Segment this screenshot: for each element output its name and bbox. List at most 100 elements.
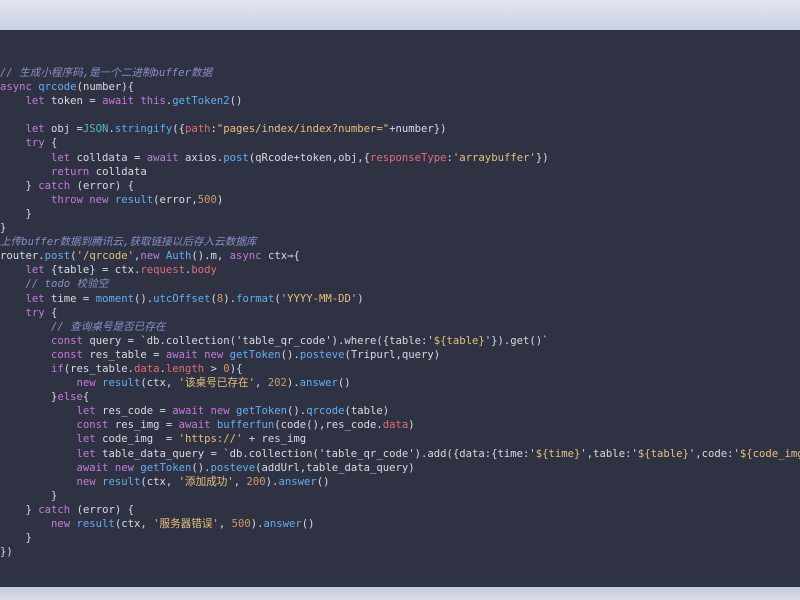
code-line: } catch (error) { — [0, 503, 800, 517]
code-line: let table_data_query = `db.collection('t… — [0, 447, 800, 461]
code-token: post — [223, 151, 249, 164]
code-token: () — [337, 377, 351, 390]
code-line: router.post('/qrcode',new Auth().m, asyn… — [0, 249, 800, 263]
code-token: answer — [299, 377, 338, 390]
code-token: ({ — [172, 123, 185, 136]
code-token: { — [51, 306, 58, 319]
code-token: await new — [76, 461, 141, 474]
code-line: return colldata — [0, 165, 800, 179]
code-token: () — [301, 518, 315, 530]
code-token: 200 — [246, 475, 266, 488]
code-token: (). — [133, 292, 154, 305]
code-token: ${table} — [433, 334, 485, 347]
code-token: 上传buffer数据到腾讯云,获取链接以后存入云数据库 — [0, 236, 257, 249]
code-token: await — [178, 419, 217, 432]
code-token: (). — [280, 348, 300, 361]
code-token: (code(),res_code. — [274, 419, 383, 432]
code-token: result — [114, 193, 154, 206]
code-token: ${table} — [637, 447, 689, 460]
code-token: res_code = — [102, 405, 173, 418]
code-token: const — [51, 334, 90, 347]
code-token: ) — [216, 193, 224, 206]
code-token: router. — [0, 250, 45, 263]
code-token: new — [76, 475, 103, 488]
code-line: const res_table = await new getToken().p… — [0, 348, 800, 362]
code-token: const — [51, 348, 90, 361]
code-token: ',code:' — [688, 447, 740, 460]
code-token: else — [57, 391, 83, 404]
code-token: ) — [357, 292, 364, 305]
code-token: (ctx, — [140, 377, 179, 390]
code-token: "pages/index/index?number=" — [216, 123, 390, 136]
code-token: '}).get()` — [484, 334, 549, 347]
code-token: // todo 校验空 — [25, 278, 109, 291]
code-token: let — [76, 433, 103, 446]
code-token: let — [76, 405, 103, 418]
code-token: throw new — [51, 193, 115, 206]
code-token: colldata — [95, 165, 147, 178]
code-token: 500 — [197, 193, 217, 206]
code-token: getToken — [229, 348, 281, 361]
code-token: try — [25, 306, 52, 319]
code-token: posteve — [299, 348, 345, 361]
code-token: catch — [38, 503, 77, 516]
code-line: }) — [0, 545, 800, 559]
code-token: let — [76, 447, 103, 460]
code-token: new — [140, 250, 166, 263]
code-token: } — [0, 489, 58, 502]
code-token: , — [254, 377, 268, 390]
code-token: path — [185, 123, 211, 136]
top-background-strip — [0, 0, 800, 30]
code-token: answer — [263, 518, 302, 530]
code-token: catch — [38, 179, 77, 192]
code-token: } — [0, 391, 58, 404]
code-token: res_img = — [114, 419, 179, 432]
code-token: JSON — [82, 123, 109, 136]
code-token: getToken — [236, 405, 288, 418]
code-token: (table) — [344, 405, 390, 418]
code-token: () — [229, 95, 243, 108]
code-token: (error) { — [76, 503, 134, 516]
code-line: }else{ — [0, 390, 800, 404]
code-line: } — [0, 221, 800, 235]
code-token: 'YYYY-MM-DD' — [280, 292, 358, 305]
code-token: time = — [51, 292, 96, 305]
code-line: } — [0, 531, 800, 545]
code-token: {table} = ctx. — [51, 264, 141, 277]
code-token: format — [236, 292, 275, 305]
code-token: { — [51, 137, 58, 150]
code-token: (). — [287, 405, 307, 418]
code-block[interactable]: // 生成小程序码,是一个二进制buffer数据 async qrcode(num… — [0, 66, 800, 559]
code-token: const — [76, 419, 115, 432]
code-token: res_table = — [89, 348, 166, 361]
code-token: 'https://' — [178, 433, 243, 446]
code-token: ). — [286, 377, 300, 390]
code-line: let colldata = await axios.post(qRcode+t… — [0, 151, 800, 165]
code-line: } — [0, 489, 800, 503]
code-line: let code_img = 'https://' + res_img — [0, 432, 800, 446]
code-token: }) — [535, 151, 549, 164]
code-token: (number){ — [76, 81, 134, 94]
code-line: } — [0, 207, 800, 221]
code-token: result — [102, 377, 141, 390]
code-token: } — [0, 503, 39, 516]
code-token: (ctx, — [140, 475, 179, 488]
code-line: new result(ctx, '服务器错误', 500).answer() — [0, 517, 800, 531]
code-editor[interactable]: // 生成小程序码,是一个二进制buffer数据 async qrcode(num… — [0, 30, 800, 587]
bottom-background-strip — [0, 587, 800, 600]
code-token: new — [51, 518, 77, 530]
code-line: let token = await this.getToken2() — [0, 94, 800, 108]
code-token: obj = — [51, 123, 83, 136]
code-token: token = — [51, 95, 103, 108]
